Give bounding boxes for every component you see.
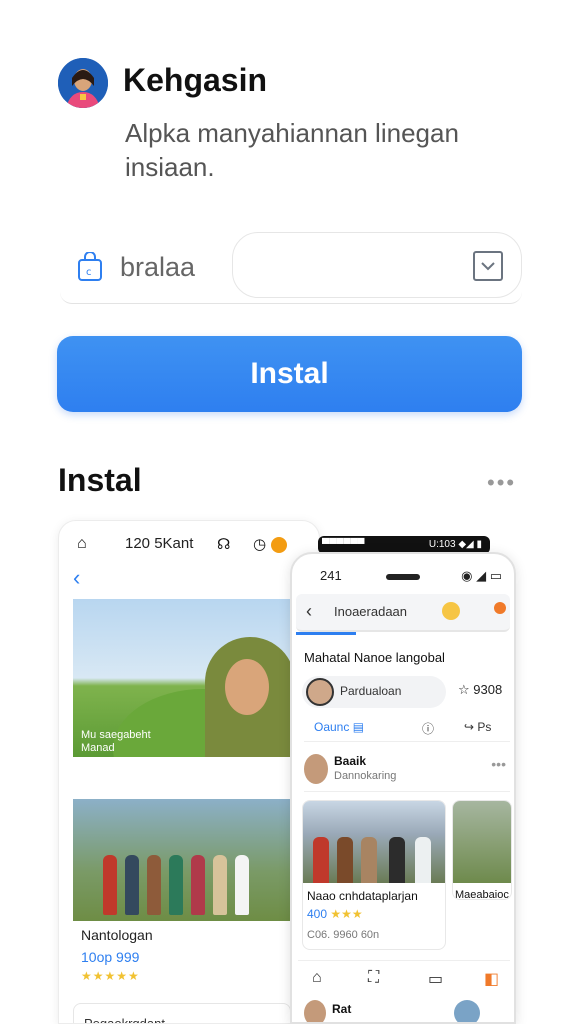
app-description: Alpka manyahiannan linegan insiaan. bbox=[125, 118, 459, 182]
status-icons: ◉ ◢ ▭ bbox=[461, 568, 502, 583]
user-row[interactable]: Baaik Dannokaring ••• bbox=[304, 752, 510, 792]
hero-photo[interactable]: Mu saegabeht Manad bbox=[73, 599, 291, 757]
profile-chip[interactable]: Pardualoan bbox=[302, 676, 446, 708]
user-name: Baaik bbox=[334, 754, 367, 768]
share-button[interactable]: ↪ Ps bbox=[464, 720, 491, 734]
avatar bbox=[304, 1000, 326, 1022]
app-avatar bbox=[58, 58, 108, 108]
svg-text:c: c bbox=[86, 267, 92, 278]
notch-pill bbox=[386, 574, 420, 580]
avatar bbox=[454, 1000, 480, 1022]
product-title: Maeabaioc bbox=[455, 889, 509, 900]
install-button[interactable]: Instal bbox=[57, 336, 522, 412]
list-item[interactable]: Rat bbox=[304, 1000, 510, 1022]
app-title: Kehgasin bbox=[123, 62, 268, 98]
field-label: bralaa bbox=[120, 252, 196, 282]
user-subtitle: Dannokaring bbox=[334, 770, 397, 782]
bottom-nav: ⌂ ⛶ ▭ ◧ bbox=[298, 960, 510, 990]
action-row: Oaunc ▤ ⓘ ↪ Ps bbox=[304, 718, 510, 742]
home-icon[interactable]: ⌂ bbox=[312, 969, 322, 987]
cart-icon[interactable]: ⛶ bbox=[368, 969, 379, 987]
app-header bbox=[58, 58, 108, 108]
install-option-field[interactable]: c bralaa bbox=[60, 232, 522, 304]
bottom-card[interactable]: Pegaokrgdant bbox=[73, 1003, 291, 1024]
status-clock: 120 5Kant bbox=[125, 535, 194, 552]
product-title: Naao cnhdataplarjan bbox=[307, 889, 418, 903]
chat-icon[interactable]: ▭ bbox=[428, 969, 443, 989]
avatar bbox=[304, 754, 328, 784]
rating-stars: ★★★★★ bbox=[81, 969, 140, 983]
page-title: Mahatal Nanoe langobal bbox=[304, 650, 445, 665]
tab-indicator bbox=[296, 632, 356, 635]
group-photo[interactable] bbox=[73, 799, 291, 921]
clock-icon: ◷ bbox=[253, 536, 267, 553]
card-title: Nantologan bbox=[81, 927, 153, 943]
bag-icon: c bbox=[78, 252, 102, 281]
person-icon bbox=[58, 58, 108, 108]
chat-icon: ☊ bbox=[217, 536, 231, 553]
search-query: Inoaeradaan bbox=[334, 604, 408, 619]
status-time: 241 bbox=[320, 568, 342, 583]
status-bar: ⌂ 120 5Kant ☊ ◷ bbox=[59, 535, 319, 559]
product-price: 400 ★★★ bbox=[307, 907, 363, 921]
profile-icon[interactable]: ◧ bbox=[484, 969, 499, 989]
section-title: Instal bbox=[58, 462, 142, 498]
field-input[interactable] bbox=[232, 232, 522, 298]
card-price: 10op 999 bbox=[81, 949, 140, 965]
info-icon[interactable]: ⓘ bbox=[422, 720, 434, 737]
product-meta: C06. 9960 60n bbox=[307, 929, 380, 941]
avatar bbox=[306, 678, 334, 706]
product-card[interactable]: Naao cnhdataplarjan 400 ★★★ C06. 9960 60… bbox=[302, 800, 446, 950]
profile-chip-label: Pardualoan bbox=[340, 684, 402, 698]
back-icon[interactable]: ‹ bbox=[73, 565, 80, 591]
checkbox-icon[interactable] bbox=[473, 251, 503, 281]
notification-badge bbox=[494, 602, 506, 614]
bag-icon: ⌂ bbox=[77, 535, 87, 552]
product-image bbox=[453, 801, 511, 883]
rating-value: ☆ 9308 bbox=[458, 682, 503, 697]
list-item-name: Rat bbox=[332, 1002, 352, 1016]
bottom-card-text: Pegaokrgdant bbox=[84, 1016, 165, 1024]
back-icon[interactable]: ‹ bbox=[306, 601, 312, 622]
notification-dot bbox=[271, 537, 287, 553]
more-icon[interactable]: ••• bbox=[491, 756, 506, 772]
more-icon[interactable]: ••• bbox=[487, 470, 516, 496]
emoji-icon[interactable] bbox=[442, 602, 460, 620]
search-bar[interactable]: ‹ Inoaeradaan bbox=[296, 594, 510, 632]
screenshot-2[interactable]: 241 ◉ ◢ ▭ ‹ Inoaeradaan Mahatal Nanoe la… bbox=[290, 552, 516, 1024]
product-image bbox=[303, 801, 445, 883]
like-button[interactable]: Oaunc ▤ bbox=[314, 720, 364, 734]
product-card[interactable]: Maeabaioc bbox=[452, 800, 512, 900]
photo-caption: Mu saegabeht Manad bbox=[81, 729, 151, 754]
screenshot-1[interactable]: ⌂ 120 5Kant ☊ ◷ ‹ Mu saegabeht Manad Nan… bbox=[58, 520, 320, 1024]
